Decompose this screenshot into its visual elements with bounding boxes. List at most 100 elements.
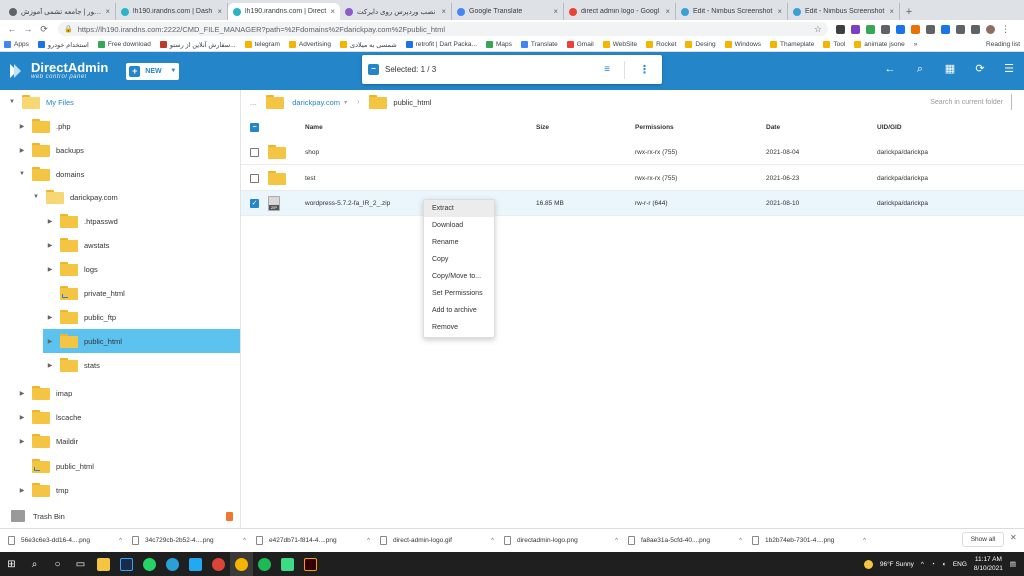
context-menu-item[interactable]: Remove (424, 319, 494, 336)
column-owner[interactable]: UID/GID (877, 124, 902, 131)
tree-item[interactable]: ▼ domains (0, 162, 240, 186)
chevron-up-icon[interactable]: ^ (739, 538, 742, 544)
language-indicator[interactable]: ENG (953, 561, 967, 568)
cortana-icon[interactable]: ○ (46, 552, 69, 576)
bookmark-item[interactable]: telegram (244, 41, 280, 48)
tree-item[interactable]: ▶ tmp (0, 478, 240, 502)
tree-item[interactable]: public_html (0, 454, 240, 478)
telegram-icon[interactable] (161, 552, 184, 576)
directadmin-logo[interactable]: DirectAdmin web control panel (8, 61, 108, 80)
table-row[interactable]: ✓ wordpress-5.7.2-fa_IR_2_.zip 16.85 MB rw-… (241, 191, 1024, 216)
profile-avatar[interactable] (986, 24, 995, 34)
tree-item[interactable]: ▶ .htpasswd (0, 209, 240, 233)
chevron-right-icon[interactable]: ▶ (18, 123, 26, 130)
close-icon[interactable]: × (889, 7, 894, 16)
bookmark-item[interactable]: Windows (724, 41, 761, 48)
photoshop-icon[interactable] (115, 552, 138, 576)
cell-name[interactable]: wordpress-5.7.2-fa_IR_2_.zip (305, 200, 390, 207)
download-item[interactable]: e427db71-f814-4....png ^ (256, 536, 380, 545)
extension-icon[interactable] (866, 24, 875, 34)
bookmark-item[interactable]: Desing (685, 41, 716, 48)
bookmark-item[interactable]: سفارش آنلاین از رستو... (159, 41, 236, 49)
bookmark-item[interactable]: Rocket (646, 41, 676, 48)
extension-icon[interactable] (956, 24, 965, 34)
chevron-right-icon[interactable]: ▶ (46, 242, 54, 249)
chevron-down-icon[interactable]: ▼ (8, 99, 16, 105)
grid-view-icon[interactable]: ▦ (943, 62, 957, 76)
puzzle-icon[interactable] (971, 24, 980, 34)
browser-tab[interactable]: نصب وردپرس روی دایرکت × (340, 3, 452, 20)
sort-icon[interactable]: ≡ (604, 64, 610, 75)
reload-icon[interactable]: ⟳ (36, 24, 52, 35)
bookmark-item[interactable]: WebSite (602, 41, 637, 48)
chevron-down-icon[interactable]: ▼ (32, 194, 40, 200)
empty-trash-icon[interactable] (226, 511, 233, 521)
column-date[interactable]: Date (766, 124, 780, 131)
chrome-active-icon[interactable] (230, 552, 253, 576)
close-icon[interactable]: × (217, 7, 222, 16)
chevron-right-icon[interactable]: ▶ (18, 414, 26, 421)
browser-tab[interactable]: Google Translate × (452, 3, 564, 20)
download-item[interactable]: direct-admin-logo.gif ^ (380, 536, 504, 545)
tree-item[interactable]: private_html (0, 281, 240, 305)
download-item[interactable]: 1b2b74eb-7301-4....png ^ (752, 536, 876, 545)
bookmark-item[interactable]: retrofit | Dart Packa... (405, 41, 477, 48)
chevron-down-icon[interactable]: ▼ (18, 171, 26, 177)
chevron-right-icon[interactable]: ▶ (18, 487, 26, 494)
bookmark-item[interactable]: استخدام خودرو (37, 41, 89, 49)
vscode-icon[interactable] (184, 552, 207, 576)
chevron-right-icon[interactable]: ▶ (18, 438, 26, 445)
extension-icon[interactable] (836, 24, 845, 34)
context-menu-item[interactable]: Extract (424, 200, 494, 217)
forward-icon[interactable]: → (20, 24, 36, 34)
address-bar[interactable]: 🔒 https://lh190.irandns.com:2222/CMD_FIL… (58, 22, 828, 36)
new-button[interactable]: + NEW ▼ (126, 62, 180, 80)
table-row[interactable]: test rwx-rx-rx (755) 2021-06-23 darickpa/da… (241, 166, 1024, 191)
tree-item[interactable]: ▶ imap (0, 381, 240, 405)
tree-item[interactable]: ▶ public_ftp (0, 305, 240, 329)
context-menu-item[interactable]: Rename (424, 234, 494, 251)
close-icon[interactable]: × (553, 7, 558, 16)
select-all-checkbox[interactable]: − (250, 122, 259, 132)
tree-item[interactable]: ▼ My Files (0, 90, 240, 114)
table-row[interactable]: shop rwx-rx-rx (755) 2021-08-04 darickpa/da… (241, 140, 1024, 165)
browser-tab[interactable]: lh190.irandns.com | Dash × (116, 3, 228, 20)
bookmark-item[interactable]: Thameplate (770, 41, 814, 48)
show-all-button[interactable]: Show all (962, 532, 1004, 547)
bookmark-item[interactable]: Advertising (288, 41, 331, 48)
weather-text[interactable]: 96°F Sunny (880, 561, 914, 568)
chevron-right-icon[interactable]: ▶ (46, 338, 54, 345)
new-tab-icon[interactable]: + (900, 3, 918, 20)
cell-name[interactable]: shop (305, 149, 319, 156)
breadcrumb-domain[interactable]: darickpay.com (292, 98, 340, 107)
extension-icon[interactable] (896, 24, 905, 34)
tree-item[interactable]: ▶ stats (0, 353, 240, 377)
browser-tab[interactable]: lh190.irandns.com | Direct × (228, 3, 340, 20)
chevron-up-icon[interactable]: ^ (491, 538, 494, 544)
download-item[interactable]: directadmin-logo.png ^ (504, 536, 628, 545)
search-folder-input[interactable]: Search in current folder (930, 99, 1003, 106)
clock[interactable]: 11:17 AM 8/10/2021 (974, 555, 1003, 573)
chevron-right-icon[interactable]: ▶ (46, 362, 54, 369)
back-icon[interactable]: ← (4, 24, 20, 34)
close-icon[interactable]: × (777, 7, 782, 16)
windows-start-icon[interactable]: ⊞ (0, 552, 23, 576)
task-view-icon[interactable]: ▭ (69, 552, 92, 576)
close-icon[interactable]: × (105, 7, 110, 16)
chevron-up-icon[interactable]: ^ (243, 538, 246, 544)
column-name[interactable]: Name (305, 124, 323, 131)
extension-icon[interactable] (881, 24, 890, 34)
chrome-icon[interactable] (207, 552, 230, 576)
chevron-right-icon[interactable]: ▶ (46, 314, 54, 321)
close-icon[interactable]: × (665, 7, 670, 16)
column-size[interactable]: Size (536, 124, 549, 131)
row-checkbox[interactable] (250, 173, 259, 183)
reading-list[interactable]: Reading list (986, 41, 1020, 48)
close-icon[interactable]: ✕ (1010, 533, 1017, 542)
bookmark-item[interactable]: Apps (4, 41, 29, 48)
close-icon[interactable]: × (441, 7, 446, 16)
chevron-down-icon[interactable]: ▾ (344, 99, 347, 106)
more-options-icon[interactable]: ⋮ (639, 63, 650, 76)
download-item[interactable]: 34c729cb-2b52-4....png ^ (132, 536, 256, 545)
network-icon[interactable]: ◔ (931, 561, 935, 568)
